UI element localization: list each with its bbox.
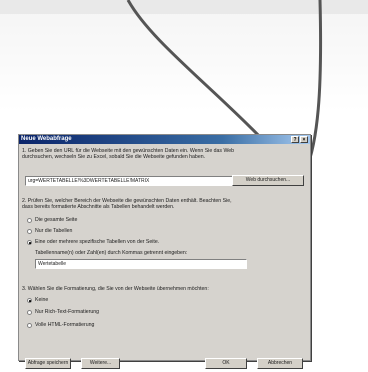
step1-instruction-line2: durchsuchen, wechseln Sie zu Excel, soba…: [22, 154, 206, 160]
option-specific-tables-label[interactable]: Eine oder mehrere spezifische Tabellen v…: [35, 239, 159, 245]
radio-format-full-html[interactable]: [27, 323, 32, 328]
dialog-titlebar: Neue Webabfrage ? ×: [19, 135, 310, 144]
close-button[interactable]: ×: [300, 136, 308, 143]
option-whole-page-label[interactable]: Die gesamte Seite: [35, 217, 77, 223]
cancel-button[interactable]: Abbrechen: [257, 358, 303, 369]
radio-tables-only[interactable]: [27, 229, 32, 234]
url-input[interactable]: urg=WERTETABELLE!%3DWERTETABELLE!MATRIX: [25, 176, 233, 186]
ok-button[interactable]: OK: [205, 358, 247, 369]
option-tables-only-label[interactable]: Nur die Tabellen: [35, 228, 72, 234]
table-names-label: Tabellenname(n) oder Zahl(en) durch Komm…: [35, 250, 188, 256]
advanced-options-button[interactable]: Weitere...: [81, 358, 120, 369]
help-button[interactable]: ?: [291, 136, 299, 143]
save-query-button[interactable]: Abfrage speichern: [25, 358, 71, 369]
radio-format-rich-text[interactable]: [27, 310, 32, 315]
browse-web-button[interactable]: Web durchsuchen...: [232, 175, 304, 186]
radio-whole-page[interactable]: [27, 218, 32, 223]
format-none-label[interactable]: Keine: [35, 297, 48, 303]
table-names-input[interactable]: Wertetabelle: [35, 259, 247, 269]
step2-instruction-line2: dass bereits formatierte Abschnitte als …: [22, 204, 175, 210]
step3-instruction: 3. Wählen Sie die Formatierung, die Sie …: [22, 286, 209, 292]
dialog-title: Neue Webabfrage: [21, 136, 72, 142]
new-web-query-dialog: Neue Webabfrage ? × 1. Geben Sie den URL…: [18, 134, 311, 369]
radio-format-none[interactable]: [27, 298, 32, 303]
format-rich-text-label[interactable]: Nur Rich-Text-Formatierung: [35, 309, 99, 315]
radio-specific-tables[interactable]: [27, 240, 32, 245]
format-full-html-label[interactable]: Volle HTML-Formatierung: [35, 322, 94, 328]
annotation-line-left: [126, 0, 267, 144]
